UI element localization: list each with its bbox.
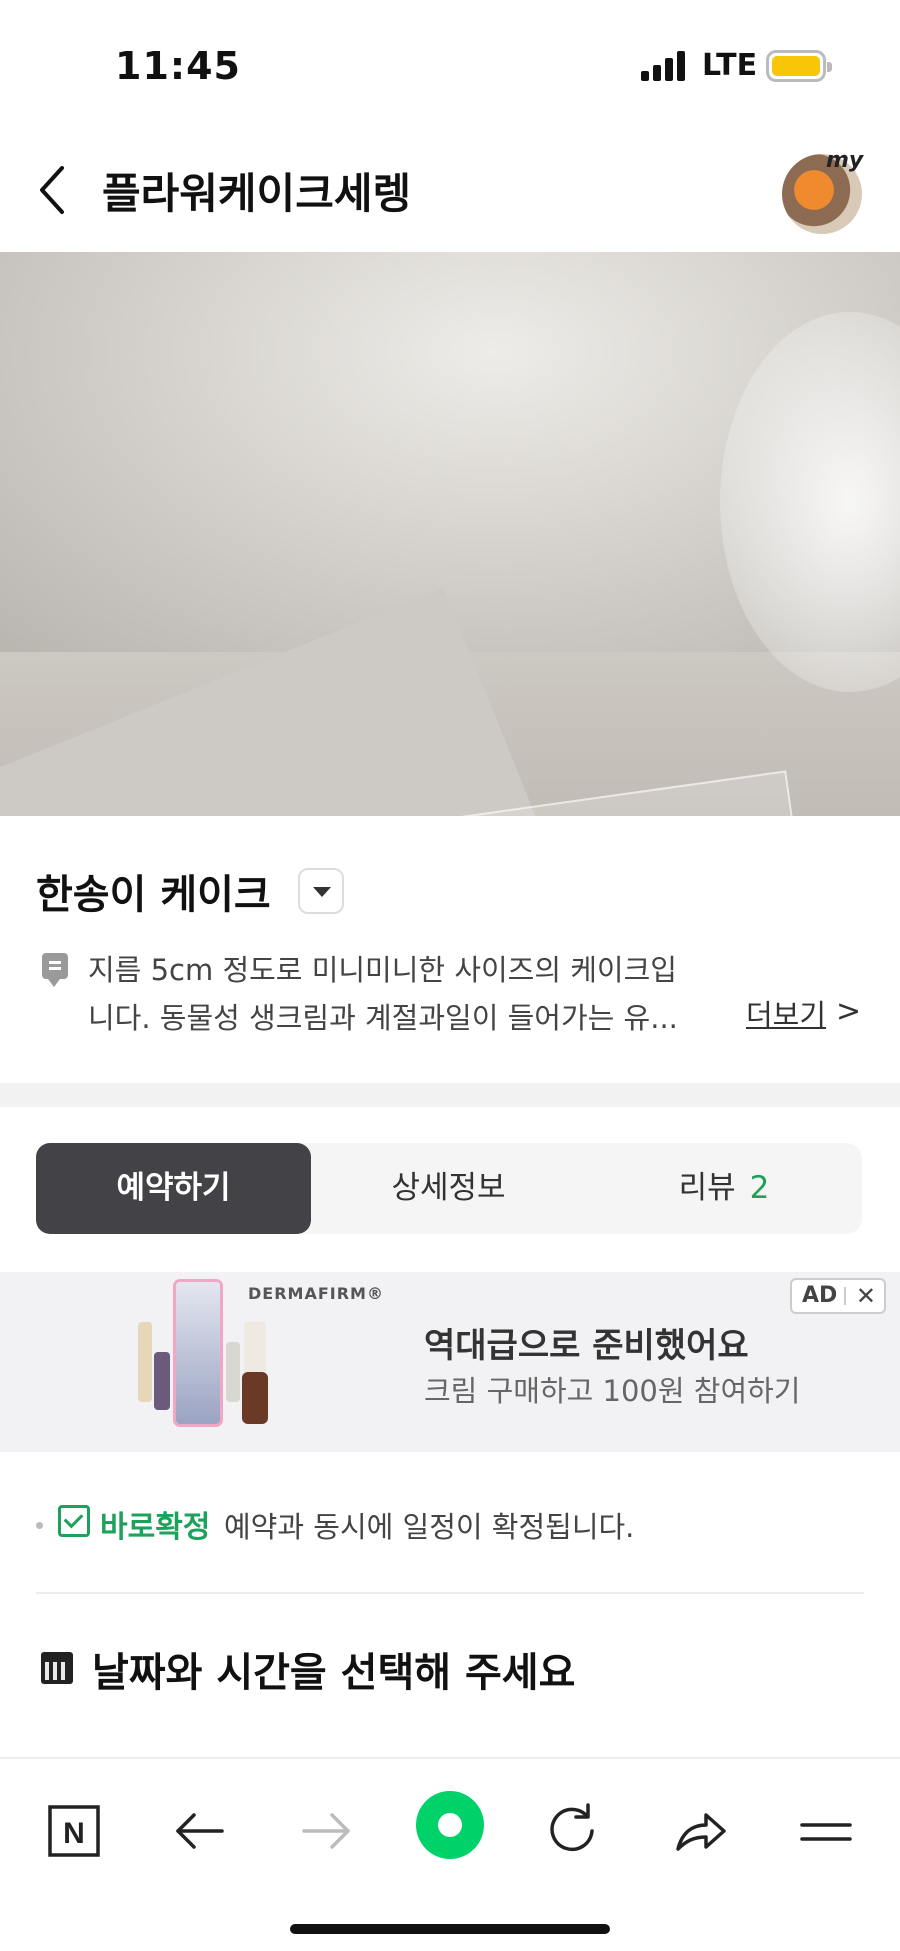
- instant-confirm-text: 예약과 동시에 일정이 확정됩니다.: [224, 1510, 635, 1544]
- ad-close-button[interactable]: AD ✕: [790, 1278, 886, 1314]
- product-description: 지름 5cm 정도로 미니미니한 사이즈의 케이크입 니다. 동물성 생크림과 …: [88, 953, 678, 1035]
- avatar-badge: my: [826, 148, 864, 173]
- forward-nav-button[interactable]: [290, 1795, 362, 1867]
- signal-icon: [641, 51, 687, 81]
- naver-home-button[interactable]: N: [38, 1795, 110, 1867]
- top-nav: 플라워케이크세렝 my: [0, 130, 900, 252]
- clock: 11:45: [115, 44, 241, 88]
- share-button[interactable]: [664, 1795, 736, 1867]
- browser-toolbar: N: [0, 1757, 900, 1951]
- refresh-button[interactable]: [538, 1795, 610, 1867]
- home-indicator[interactable]: [290, 1924, 610, 1934]
- chevron-left-icon: [40, 166, 64, 214]
- share-icon: [676, 1813, 726, 1851]
- calendar-icon: [41, 1652, 73, 1684]
- ad-brand: DERMAFIRM®: [248, 1284, 384, 1303]
- schedule-title: 날짜와 시간을 선택해 주세요: [92, 1650, 576, 1696]
- menu-icon: [800, 1823, 852, 1841]
- arrow-left-icon: [176, 1813, 224, 1849]
- bullet: [36, 1522, 43, 1529]
- green-dot-button[interactable]: [414, 1789, 486, 1861]
- product-photo[interactable]: 1/3: [0, 252, 900, 816]
- tab-details[interactable]: 상세정보: [311, 1143, 586, 1234]
- naver-home-icon: N: [48, 1805, 100, 1857]
- calendar-check-icon: [58, 1505, 90, 1537]
- divider: [36, 1592, 864, 1594]
- tab-reserve[interactable]: 예약하기: [36, 1143, 311, 1234]
- comment-icon: [42, 953, 68, 987]
- ad-title: 역대급으로 준비했어요: [424, 1326, 749, 1366]
- svg-text:N: N: [63, 1817, 85, 1850]
- arrow-right-icon: [302, 1813, 350, 1849]
- network-type: LTE: [702, 48, 758, 83]
- page-title: 플라워케이크세렝: [102, 169, 412, 218]
- refresh-icon: [550, 1803, 594, 1852]
- back-button[interactable]: [30, 160, 80, 220]
- tab-bar: 예약하기 상세정보 리뷰 2: [36, 1143, 862, 1234]
- green-dot-icon: [416, 1791, 484, 1859]
- product-name: 한송이 케이크: [36, 872, 271, 918]
- tab-reviews[interactable]: 리뷰 2: [586, 1143, 862, 1234]
- product-dropdown-button[interactable]: [298, 868, 344, 914]
- ad-label: AD: [802, 1283, 838, 1308]
- back-nav-button[interactable]: [164, 1795, 236, 1867]
- instant-confirm-label: 바로확정: [100, 1510, 211, 1545]
- review-count: 2: [749, 1170, 770, 1206]
- ad-subtitle: 크림 구매하고 100원 참여하기: [424, 1374, 801, 1408]
- section-divider: [0, 1083, 900, 1107]
- close-icon: ✕: [855, 1282, 876, 1310]
- ad-banner[interactable]: DERMAFIRM® 역대급으로 준비했어요 크림 구매하고 100원 참여하기…: [0, 1272, 900, 1452]
- more-link[interactable]: 더보기: [746, 992, 826, 1034]
- battery-icon: [766, 50, 832, 82]
- status-bar: 11:45 LTE: [0, 0, 900, 130]
- chevron-right-icon: >: [836, 994, 862, 1029]
- menu-button[interactable]: [790, 1795, 862, 1867]
